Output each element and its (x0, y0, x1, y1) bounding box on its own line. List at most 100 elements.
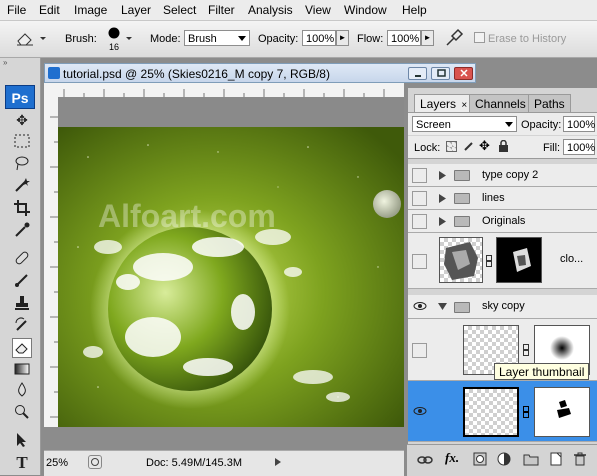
horizontal-ruler (44, 83, 404, 98)
new-layer-icon[interactable] (549, 452, 563, 466)
chevron-down-icon (238, 36, 246, 41)
history-brush-tool-icon[interactable] (12, 317, 32, 337)
visibility-toggle[interactable] (412, 168, 427, 183)
lock-label: Lock: (414, 142, 441, 154)
artwork-green-planet: Alfoart.com (58, 97, 404, 427)
tab-layers[interactable]: Layers × (414, 94, 474, 112)
visibility-toggle[interactable] (412, 343, 427, 358)
flow-slider-button[interactable]: ► (421, 30, 434, 46)
mode-select[interactable]: Brush (184, 30, 250, 46)
menu-analysis[interactable]: Analysis (248, 3, 293, 17)
eraser-icon[interactable] (14, 29, 36, 47)
layer-row-lines[interactable]: lines (408, 187, 597, 210)
brush-tool-icon[interactable] (12, 272, 32, 292)
tool-preset-arrow-icon[interactable] (40, 29, 46, 47)
minimize-button[interactable] (408, 67, 427, 80)
eyedropper-tool-icon[interactable] (12, 222, 32, 242)
layers-panel: Layers × Channels Paths Screen Opacity: … (407, 88, 597, 475)
layer-row-originals[interactable]: Originals (408, 210, 597, 233)
menu-select[interactable]: Select (163, 3, 196, 17)
collapse-arrow-icon[interactable] (438, 303, 447, 310)
clone-stamp-tool-icon[interactable] (12, 295, 32, 315)
status-menu-icon[interactable] (88, 455, 102, 469)
document-title-bar[interactable]: tutorial.psd @ 25% (Skies0216_M copy 7, … (44, 63, 476, 83)
layer-mask-thumbnail[interactable] (534, 387, 590, 437)
opacity-slider-button[interactable]: ► (336, 30, 349, 46)
eye-icon[interactable] (412, 299, 427, 314)
menu-window[interactable]: Window (344, 3, 387, 17)
menu-filter[interactable]: Filter (208, 3, 235, 17)
gradient-tool-icon[interactable] (12, 360, 32, 380)
move-tool-icon[interactable]: ✥ (12, 110, 32, 130)
menu-view[interactable]: View (305, 3, 331, 17)
menu-file[interactable]: File (7, 3, 26, 17)
maximize-button[interactable] (431, 67, 450, 80)
crop-tool-icon[interactable] (12, 200, 32, 220)
lock-transparency-icon[interactable] (446, 141, 457, 152)
status-bar: 25% Doc: 5.49M/145.3M (44, 450, 404, 476)
lock-pixels-icon[interactable] (463, 140, 475, 152)
menu-image[interactable]: Image (74, 3, 107, 17)
layer-row-type-copy-2[interactable]: type copy 2 (408, 164, 597, 187)
opacity-input[interactable]: 100% (302, 30, 336, 46)
layer-thumbnail[interactable] (439, 237, 483, 283)
visibility-toggle[interactable] (412, 214, 427, 229)
layer-mask-thumbnail[interactable] (496, 237, 542, 283)
dodge-tool-icon[interactable] (12, 404, 32, 424)
adjustment-layer-icon[interactable] (497, 452, 511, 466)
new-group-icon[interactable] (523, 452, 539, 466)
chain-link-icon[interactable] (523, 344, 529, 356)
chain-link-icon[interactable] (486, 255, 492, 267)
lasso-tool-icon[interactable] (12, 155, 32, 175)
menu-help[interactable]: Help (402, 3, 427, 17)
erase-to-history-checkbox[interactable] (474, 32, 485, 43)
menu-layer[interactable]: Layer (121, 3, 151, 17)
tab-paths[interactable]: Paths (528, 94, 571, 112)
type-tool-icon[interactable]: T (12, 453, 32, 473)
marquee-tool-icon[interactable] (12, 133, 32, 153)
add-mask-icon[interactable] (473, 452, 487, 466)
link-layers-icon[interactable] (417, 453, 433, 467)
document-canvas[interactable]: Alfoart.com (58, 97, 404, 427)
tab-channels[interactable]: Channels (469, 94, 532, 112)
airbrush-icon[interactable] (444, 28, 464, 48)
layer-row-clouds[interactable]: clo... (408, 233, 597, 289)
trash-icon[interactable] (573, 452, 587, 466)
expand-arrow-icon[interactable] (439, 194, 446, 203)
lock-position-icon[interactable]: ✥ (479, 139, 492, 152)
lock-all-icon[interactable] (498, 139, 509, 152)
status-arrow-icon[interactable] (274, 457, 282, 467)
eraser-tool-icon[interactable] (12, 338, 32, 358)
visibility-toggle[interactable] (412, 191, 427, 206)
menu-edit[interactable]: Edit (39, 3, 60, 17)
layer-thumbnail[interactable] (463, 387, 519, 437)
panel-collapse-arrows-icon[interactable]: » (3, 59, 37, 67)
zoom-level[interactable]: 25% (46, 457, 68, 469)
expand-arrow-icon[interactable] (439, 217, 446, 226)
watermark-text: Alfoart.com (98, 198, 276, 234)
document-icon (48, 67, 60, 79)
expand-arrow-icon[interactable] (439, 171, 446, 180)
brush-preview[interactable]: 16 (106, 26, 122, 54)
path-selection-tool-icon[interactable] (12, 432, 32, 452)
layer-name: clo... (560, 253, 584, 265)
opacity-label: Opacity: (258, 33, 299, 45)
flow-input[interactable]: 100% (387, 30, 421, 46)
erase-to-history-label: Erase to History (488, 33, 567, 45)
chain-link-icon[interactable] (523, 406, 529, 418)
blur-tool-icon[interactable] (12, 382, 32, 402)
blend-mode-select[interactable]: Screen (412, 116, 517, 132)
magic-wand-tool-icon[interactable] (12, 177, 32, 197)
close-tab-icon[interactable]: × (461, 100, 467, 111)
layer-opacity-input[interactable]: 100% (563, 116, 595, 132)
close-button[interactable] (454, 67, 473, 80)
blend-row: Screen Opacity: 100% (408, 112, 597, 135)
layer-row-selected[interactable] (408, 381, 597, 442)
fill-input[interactable]: 100% (563, 139, 595, 155)
brush-dropdown-arrow-icon[interactable] (126, 29, 132, 47)
visibility-toggle[interactable] (412, 254, 427, 269)
layer-style-icon[interactable]: fx. (445, 450, 463, 468)
layer-row-sky-copy[interactable]: sky copy (408, 295, 597, 319)
eye-icon[interactable] (412, 404, 427, 419)
healing-brush-tool-icon[interactable] (12, 250, 32, 270)
